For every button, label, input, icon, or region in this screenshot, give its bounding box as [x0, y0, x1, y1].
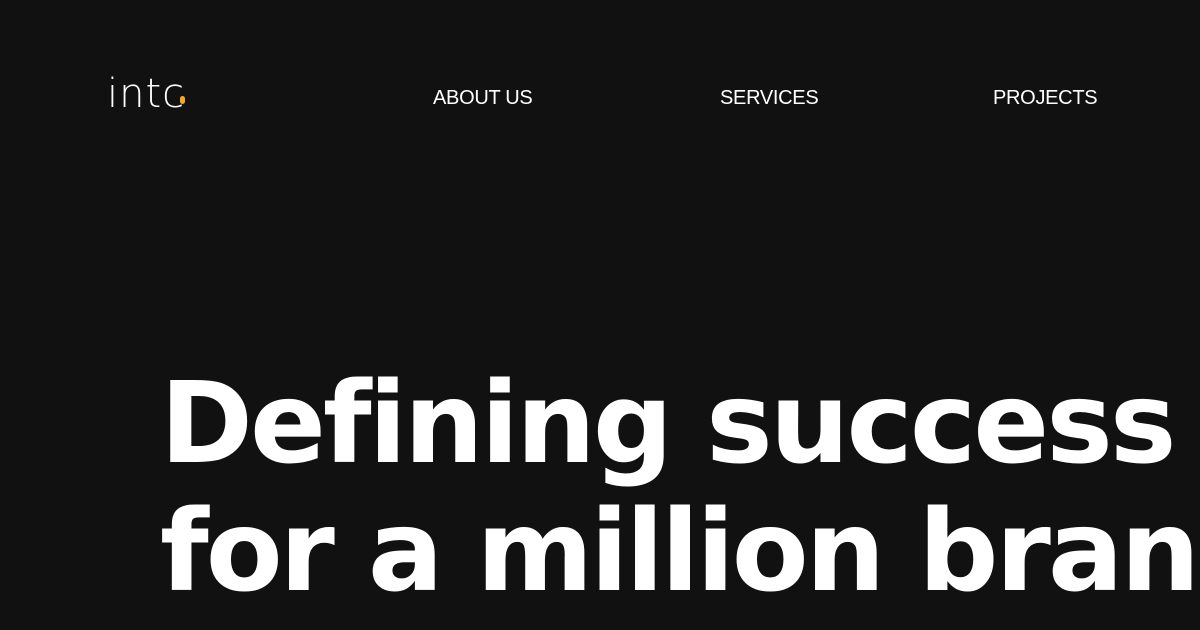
- hero-headline-line-1: Defining success: [160, 360, 1177, 489]
- main-nav: ABOUT US SERVICES PROJECTS: [0, 86, 1200, 112]
- site-header: intc ABOUT US SERVICES PROJECTS: [0, 0, 1200, 190]
- hero-headline: Defining success for a million brands: [160, 360, 1200, 616]
- nav-item-services[interactable]: SERVICES: [720, 86, 819, 110]
- hero-section: Defining success for a million brands: [160, 360, 1200, 630]
- nav-item-projects[interactable]: PROJECTS: [993, 86, 1098, 110]
- hero-headline-line-2: for a million brands: [160, 487, 1200, 617]
- nav-item-about-us[interactable]: ABOUT US: [433, 86, 533, 110]
